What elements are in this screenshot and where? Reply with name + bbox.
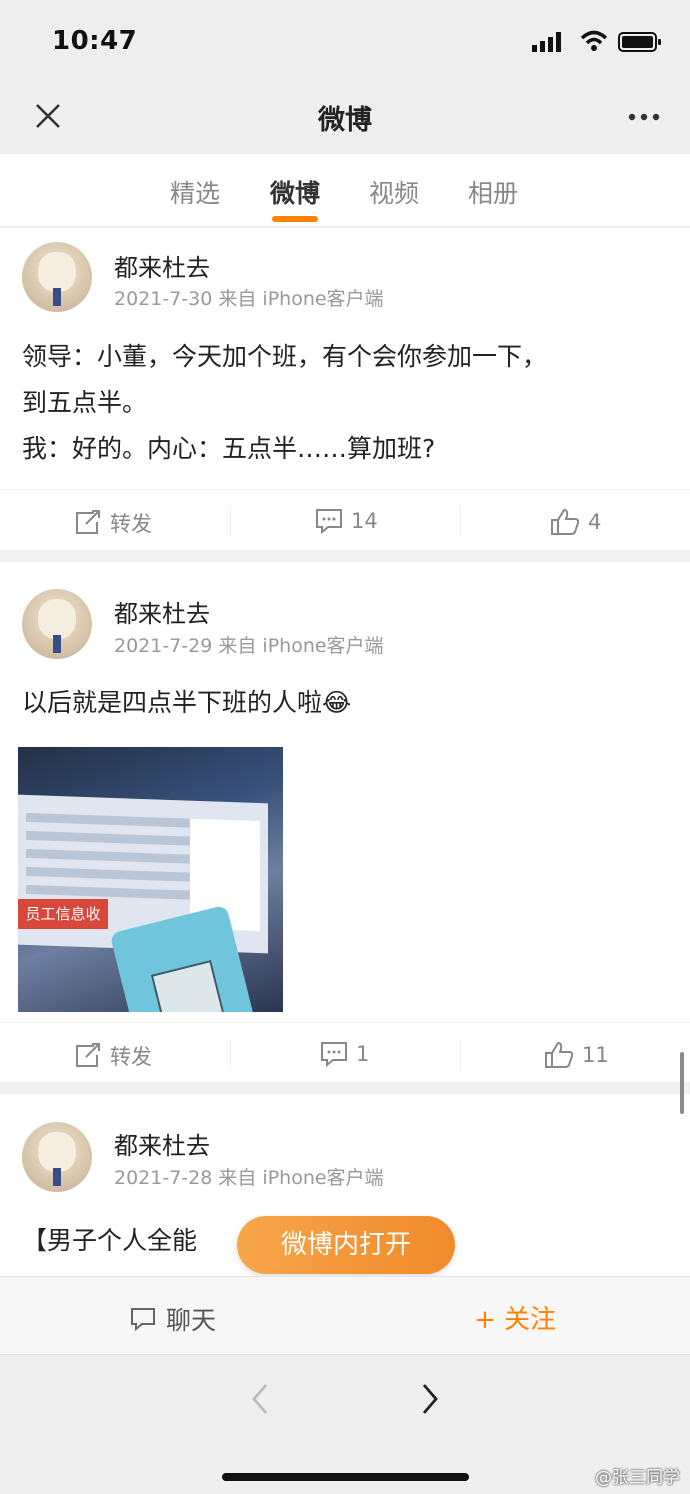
open-in-app-button[interactable]: 微博内打开: [237, 1216, 455, 1274]
comment-button[interactable]: 14: [315, 508, 378, 534]
username[interactable]: 都来杜去: [114, 594, 210, 629]
forward-icon[interactable]: [420, 1383, 440, 1415]
image-text: 员工信息收: [18, 899, 108, 929]
page-title: 微博: [318, 105, 372, 136]
username[interactable]: 都来杜去: [114, 248, 210, 283]
repost-icon: [76, 1043, 100, 1067]
comment-count: 1: [356, 1042, 370, 1066]
avatar[interactable]: [22, 1122, 92, 1192]
post-meta: 2021-7-30 来自 iPhone客户端: [114, 288, 384, 310]
comment-icon: [316, 509, 342, 534]
back-icon[interactable]: [250, 1383, 270, 1415]
repost-label: 转发: [110, 1045, 152, 1069]
repost-label: 转发: [110, 512, 152, 536]
tab-featured[interactable]: 精选: [170, 174, 220, 210]
signal-icon: [532, 32, 561, 52]
status-bar: 10:47: [0, 0, 690, 80]
wifi-icon: [580, 30, 608, 51]
repost-icon: [76, 510, 100, 534]
active-tab-indicator: [272, 216, 318, 222]
post-text-line: 我：好的。内心：五点半……算加班?: [22, 434, 436, 463]
status-time: 10:47: [52, 26, 138, 56]
post-card: 都来杜去 2021-7-30 来自 iPhone客户端 领导：小董，今天加个班，…: [0, 228, 690, 550]
scrollbar[interactable]: [680, 1052, 684, 1114]
post-actions: 转发 14 4: [0, 489, 690, 552]
browser-nav-bar: @张三同学: [0, 1354, 690, 1494]
post-text: 以后就是四点半下班的人啦😂: [22, 680, 668, 726]
repost-button[interactable]: 转发: [74, 508, 152, 538]
username[interactable]: 都来杜去: [114, 1126, 210, 1161]
thumbs-up-icon: [545, 1041, 574, 1068]
home-indicator[interactable]: [222, 1473, 469, 1481]
post-image[interactable]: 员工信息收: [18, 747, 283, 1012]
follow-button[interactable]: + 关注: [474, 1299, 556, 1336]
like-button[interactable]: 11: [544, 1041, 609, 1069]
comment-icon: [321, 1042, 347, 1067]
tab-video[interactable]: 视频: [369, 174, 419, 210]
more-icon[interactable]: [628, 113, 660, 121]
post-text-line: 到五点半。: [22, 388, 148, 417]
tab-weibo[interactable]: 微博: [270, 174, 320, 210]
post-text-line: 领导：小董，今天加个班，有个会你参加一下，: [22, 342, 548, 371]
post-text: 领导：小董，今天加个班，有个会你参加一下， 到五点半。 我：好的。内心：五点半……: [22, 334, 668, 472]
avatar[interactable]: [22, 242, 92, 312]
comment-count: 14: [351, 509, 378, 533]
like-button[interactable]: 4: [550, 508, 601, 536]
chat-label: 聊天: [166, 1306, 217, 1335]
post-meta: 2021-7-29 来自 iPhone客户端: [114, 635, 384, 657]
like-count: 11: [582, 1043, 609, 1067]
thumbs-up-icon: [551, 508, 580, 535]
tab-bar: 精选 微博 视频 相册: [0, 154, 690, 227]
post-actions: 转发 1 11: [0, 1022, 690, 1085]
bottom-action-bar: 聊天 + 关注: [0, 1276, 690, 1355]
post-meta: 2021-7-28 来自 iPhone客户端: [114, 1167, 384, 1189]
chat-icon: [131, 1308, 155, 1331]
post-card: 都来杜去 2021-7-29 来自 iPhone客户端 以后就是四点半下班的人啦…: [0, 562, 690, 1082]
comment-button[interactable]: 1: [320, 1041, 369, 1067]
tab-album[interactable]: 相册: [468, 174, 518, 210]
avatar[interactable]: [22, 589, 92, 659]
nav-bar: 微博: [0, 80, 690, 154]
watermark: @张三同学: [595, 1468, 680, 1488]
like-count: 4: [588, 510, 602, 534]
battery-icon: [618, 32, 661, 52]
post-text-line: 以后就是四点半下班的人啦😂: [22, 688, 352, 717]
repost-button[interactable]: 转发: [74, 1041, 152, 1071]
chat-button[interactable]: 聊天: [130, 1301, 216, 1337]
